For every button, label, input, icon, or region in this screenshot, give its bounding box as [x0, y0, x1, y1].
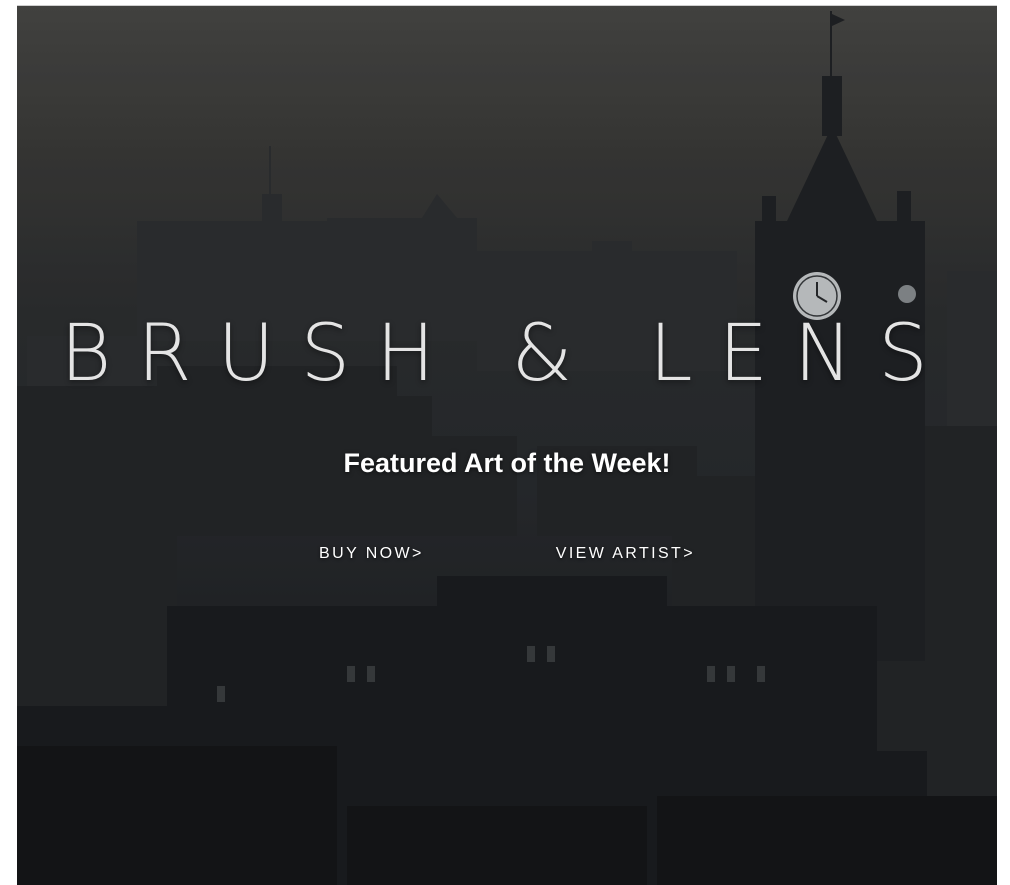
brand-title: BRUSH & LENS	[60, 309, 954, 399]
cta-group: BUY NOW> VIEW ARTIST>	[17, 545, 997, 563]
hero-section: BRUSH & LENS Featured Art of the Week! B…	[17, 5, 997, 885]
buy-now-link[interactable]: BUY NOW>	[319, 545, 424, 563]
view-artist-link[interactable]: VIEW ARTIST>	[540, 545, 695, 563]
page: BRUSH & LENS Featured Art of the Week! B…	[0, 0, 1010, 885]
featured-art-tagline: Featured Art of the Week!	[343, 448, 671, 478]
